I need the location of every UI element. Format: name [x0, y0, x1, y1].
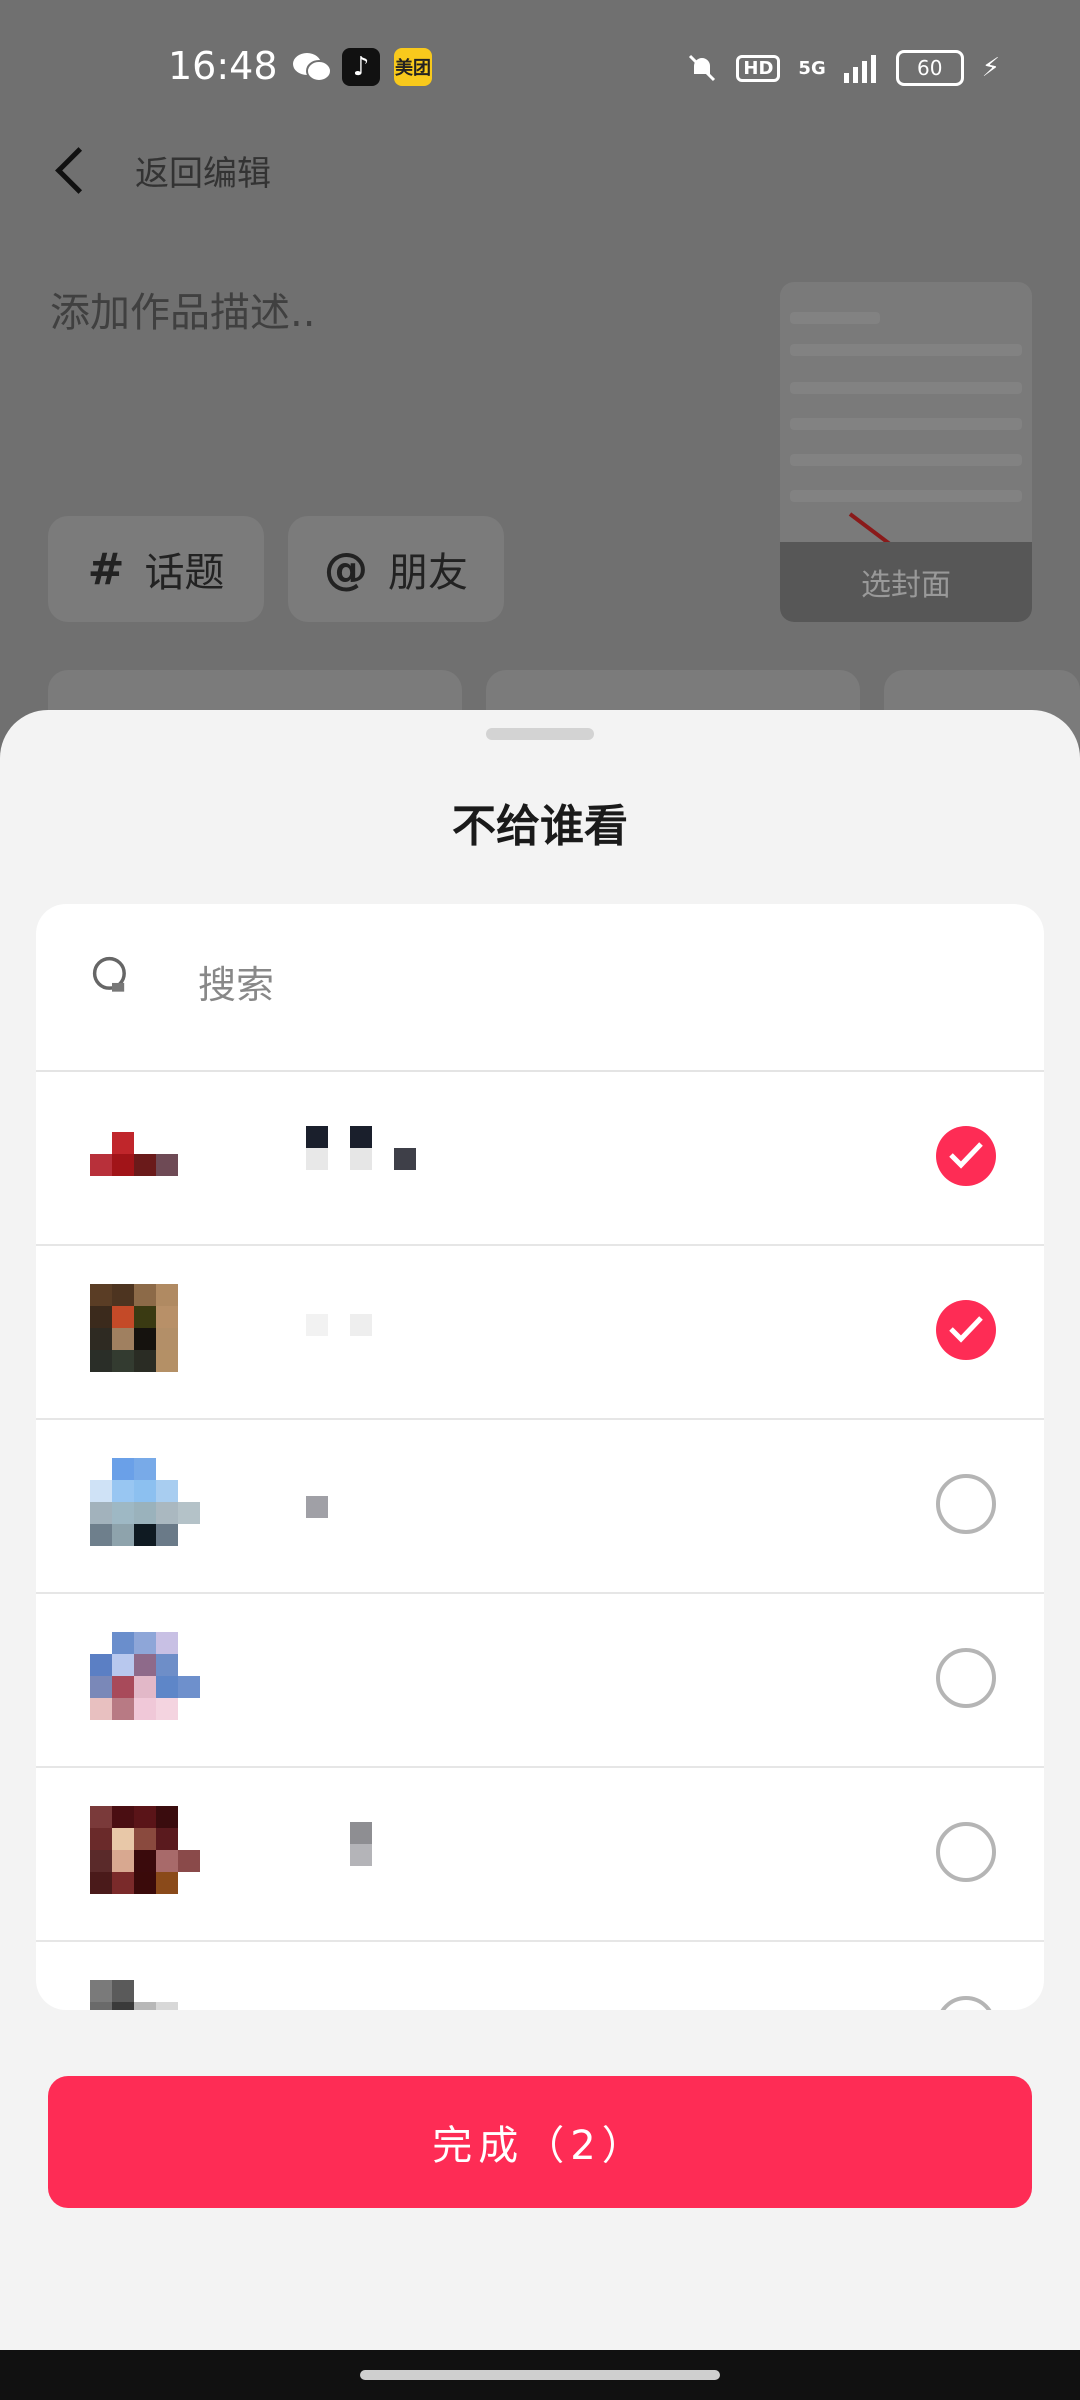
contact-row[interactable] [36, 1592, 1044, 1768]
unselected-check-icon[interactable] [936, 1996, 996, 2010]
mute-bell-icon [689, 54, 716, 82]
contact-row[interactable] [36, 1418, 1044, 1594]
friend-chip[interactable]: @ 朋友 [288, 516, 504, 622]
search-placeholder: 搜索 [198, 963, 275, 1007]
avatar [90, 1458, 202, 1546]
avatar [90, 1632, 202, 1720]
selected-check-icon[interactable] [936, 1126, 996, 1186]
status-bar: 16:48 ♪ 美团 HD 5G 60 ⚡ [0, 0, 1080, 140]
sheet-drag-handle[interactable] [486, 728, 594, 740]
contact-list-card: 搜索 [36, 904, 1044, 2010]
avatar [90, 1806, 202, 1894]
avatar [90, 1980, 202, 2010]
topic-chip[interactable]: # 话题 [48, 516, 264, 622]
selected-check-icon[interactable] [936, 1300, 996, 1360]
meituan-icon: 美团 [394, 48, 432, 86]
cover-thumbnail[interactable]: 选封面 [780, 282, 1032, 622]
thumb-line [790, 490, 1022, 502]
background-page: 16:48 ♪ 美团 HD 5G 60 ⚡ 返回编辑 添加作品描述.. 选封面 … [0, 0, 1080, 760]
back-button[interactable]: 返回编辑 [50, 140, 271, 200]
search-icon [92, 956, 126, 992]
hash-icon: # [87, 543, 125, 595]
thumb-line [790, 454, 1022, 466]
battery-icon: 60 [895, 50, 964, 86]
unselected-check-icon[interactable] [936, 1648, 996, 1708]
home-indicator[interactable] [360, 2370, 720, 2380]
status-right-group: HD 5G 60 ⚡ [686, 48, 1000, 88]
hd-icon: HD [736, 54, 781, 82]
sheet-title: 不给谁看 [452, 801, 628, 852]
thumb-line [790, 382, 1022, 394]
unselected-check-icon[interactable] [936, 1822, 996, 1882]
network-type: 5G [798, 57, 826, 79]
avatar [90, 1284, 202, 1372]
contact-row[interactable] [36, 1766, 1044, 1942]
unselected-check-icon[interactable] [936, 1474, 996, 1534]
navigation-bar [0, 2350, 1080, 2400]
at-icon: @ [324, 543, 368, 595]
thumb-line [790, 344, 1022, 356]
friend-chip-label: 朋友 [388, 550, 468, 596]
back-label: 返回编辑 [135, 153, 271, 194]
status-time: 16:48 [168, 44, 278, 88]
charging-icon: ⚡ [981, 53, 1000, 83]
contact-row[interactable] [36, 1070, 1044, 1246]
douyin-icon: ♪ [342, 48, 380, 86]
signal-icon [843, 55, 876, 83]
avatar [90, 1110, 202, 1198]
description-input[interactable]: 添加作品描述.. [50, 280, 315, 338]
search-input[interactable]: 搜索 [36, 904, 1044, 1072]
topic-chip-label: 话题 [144, 550, 225, 596]
cover-label: 选封面 [780, 542, 1032, 622]
bottom-sheet: 不给谁看 搜索 完成（2） [0, 710, 1080, 2350]
back-chevron-icon [55, 146, 102, 194]
contact-row[interactable] [36, 1940, 1044, 2010]
wechat-icon [292, 48, 332, 86]
contact-row[interactable] [36, 1244, 1044, 1420]
thumb-line [790, 418, 1022, 430]
thumb-line [790, 312, 880, 324]
done-button[interactable]: 完成（2） [48, 2076, 1032, 2208]
